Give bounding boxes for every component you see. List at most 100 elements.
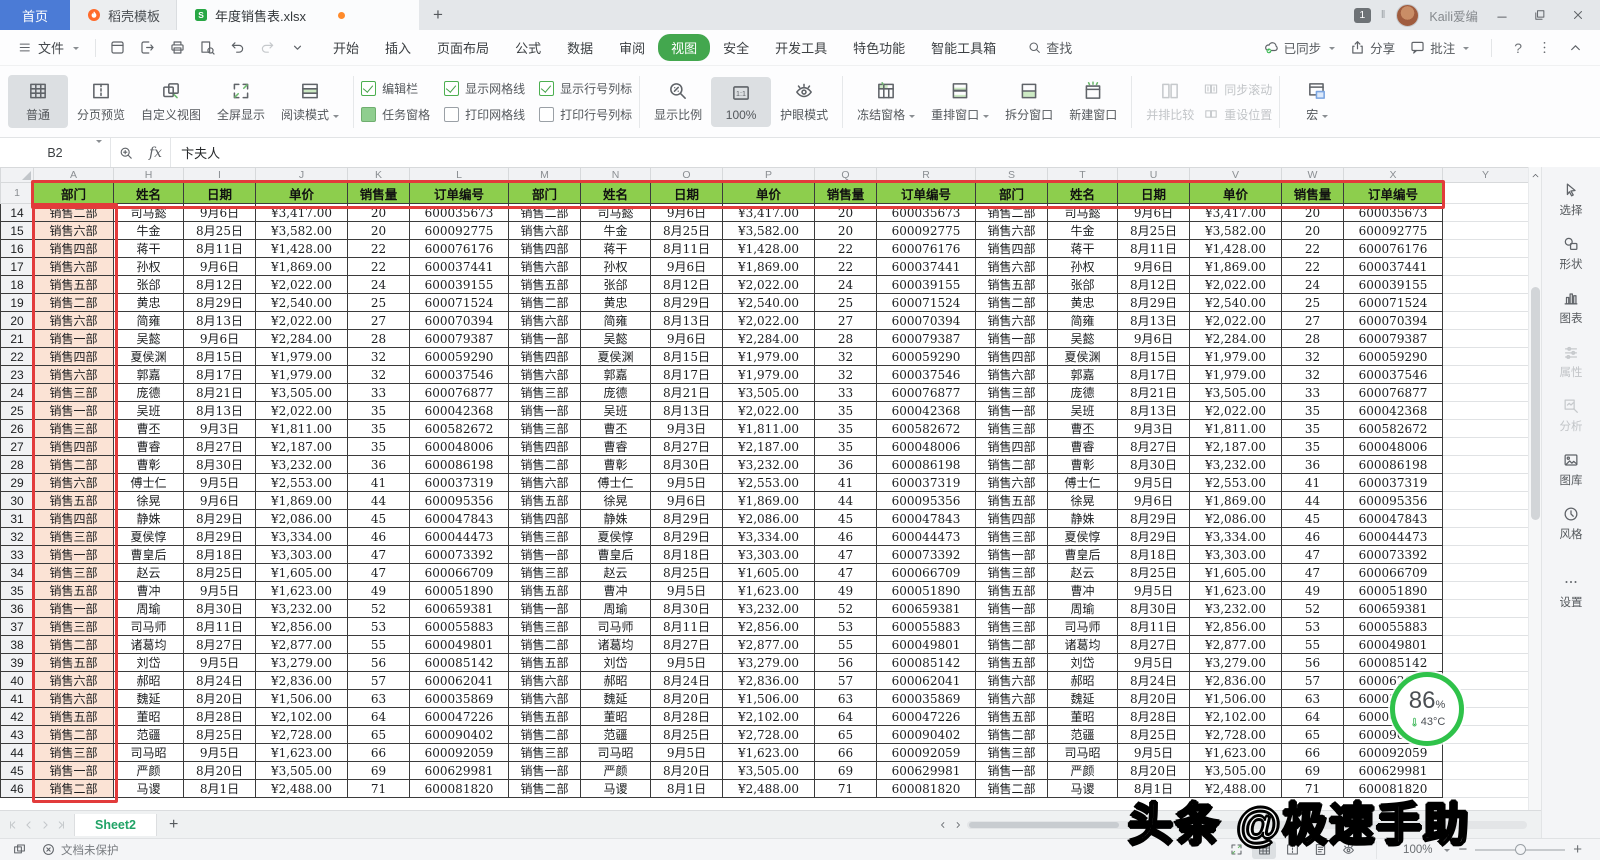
cell-price[interactable]: ¥3,505.00: [1190, 762, 1282, 780]
cell-date[interactable]: 8月29日: [184, 510, 256, 528]
cell-dept[interactable]: 销售三部: [976, 618, 1048, 636]
cell-price[interactable]: ¥2,540.00: [256, 294, 348, 312]
cell-order[interactable]: 600037546: [1344, 366, 1443, 384]
cell-empty[interactable]: [1443, 258, 1529, 276]
cell-dept[interactable]: 销售四部: [509, 348, 581, 366]
cell-price[interactable]: ¥1,623.00: [256, 582, 348, 600]
cell-date[interactable]: 9月6日: [1118, 330, 1190, 348]
comment-button[interactable]: 批注: [1409, 38, 1469, 57]
cell-order[interactable]: 600062041: [877, 672, 976, 690]
cell-order[interactable]: 600047843: [877, 510, 976, 528]
cell-qty[interactable]: 65: [1282, 726, 1344, 744]
cell-empty[interactable]: [1443, 456, 1529, 474]
cell-dept[interactable]: 销售三部: [34, 384, 114, 402]
cell-qty[interactable]: 64: [1282, 708, 1344, 726]
cell-dept[interactable]: 销售二部: [509, 204, 581, 222]
cell-dept[interactable]: 销售一部: [976, 546, 1048, 564]
cell-dept[interactable]: 销售三部: [34, 420, 114, 438]
cell-order[interactable]: 600039155: [1344, 276, 1443, 294]
header-cell[interactable]: 销售量: [348, 183, 410, 204]
name-box[interactable]: B2: [0, 138, 111, 167]
header-cell[interactable]: 销售量: [815, 183, 877, 204]
cell-date[interactable]: 8月15日: [651, 348, 723, 366]
user-avatar[interactable]: [1396, 4, 1419, 27]
cell-order[interactable]: 600076877: [1344, 384, 1443, 402]
cell-empty[interactable]: [1443, 438, 1529, 456]
cell-empty[interactable]: [1443, 582, 1529, 600]
cell-order[interactable]: 600055883: [1344, 618, 1443, 636]
cell-qty[interactable]: 33: [815, 384, 877, 402]
cell-order[interactable]: 600035673: [1344, 204, 1443, 222]
cell-date[interactable]: 8月1日: [1118, 780, 1190, 798]
cell-qty[interactable]: 57: [348, 672, 410, 690]
cell-dept[interactable]: 销售二部: [509, 456, 581, 474]
cell-dept[interactable]: 销售一部: [509, 762, 581, 780]
statusbar-view-page-break[interactable]: [1280, 841, 1304, 859]
cell-date[interactable]: 8月20日: [184, 690, 256, 708]
cell-order[interactable]: 600092059: [410, 744, 509, 762]
cell-name[interactable]: 黄忠: [1048, 294, 1118, 312]
cell-name[interactable]: 夏侯惇: [114, 528, 184, 546]
cell-price[interactable]: ¥1,979.00: [1190, 366, 1282, 384]
column-header-X[interactable]: X: [1344, 168, 1443, 183]
cell-empty[interactable]: [1443, 240, 1529, 258]
cell-name[interactable]: 董昭: [581, 708, 651, 726]
cell-qty[interactable]: 56: [1282, 654, 1344, 672]
cell-order[interactable]: 600047843: [410, 510, 509, 528]
last-sheet-icon[interactable]: [54, 818, 68, 832]
cell-dept[interactable]: 销售二部: [976, 456, 1048, 474]
find-button[interactable]: 查找: [1027, 38, 1072, 57]
cell-name[interactable]: 司马师: [581, 618, 651, 636]
cell-date[interactable]: 8月12日: [651, 276, 723, 294]
cell-name[interactable]: 夏侯渊: [581, 348, 651, 366]
cell-qty[interactable]: 22: [815, 240, 877, 258]
cell-name[interactable]: 司马昭: [1048, 744, 1118, 762]
row-header[interactable]: 29: [1, 474, 34, 492]
cell-dept[interactable]: 销售三部: [976, 744, 1048, 762]
cell-empty[interactable]: [1443, 204, 1529, 222]
cell-price[interactable]: ¥3,505.00: [256, 762, 348, 780]
cell-qty[interactable]: 22: [348, 240, 410, 258]
cell-dept[interactable]: 销售三部: [34, 744, 114, 762]
cell-dept[interactable]: 销售四部: [976, 348, 1048, 366]
cell-qty[interactable]: 32: [1282, 348, 1344, 366]
cell-qty[interactable]: 44: [815, 492, 877, 510]
cell-date[interactable]: 8月18日: [1118, 546, 1190, 564]
cell-price[interactable]: ¥2,877.00: [723, 636, 815, 654]
cell-name[interactable]: 孙权: [581, 258, 651, 276]
cell-price[interactable]: ¥1,869.00: [723, 492, 815, 510]
cell-price[interactable]: ¥3,417.00: [256, 204, 348, 222]
cell-order[interactable]: 600582672: [1344, 420, 1443, 438]
cell-name[interactable]: 牛金: [1048, 222, 1118, 240]
cell-name[interactable]: 刘岱: [114, 654, 184, 672]
header-cell[interactable]: 日期: [651, 183, 723, 204]
cell-date[interactable]: 8月27日: [651, 438, 723, 456]
cell-empty[interactable]: [1443, 312, 1529, 330]
column-header-L[interactable]: L: [410, 168, 509, 183]
cell-dept[interactable]: 销售一部: [34, 402, 114, 420]
cell-name[interactable]: 曹丕: [581, 420, 651, 438]
row-header[interactable]: 16: [1, 240, 34, 258]
cell-name[interactable]: 庞德: [114, 384, 184, 402]
cell-qty[interactable]: 41: [815, 474, 877, 492]
cell-qty[interactable]: 32: [815, 348, 877, 366]
cell-price[interactable]: ¥2,728.00: [1190, 726, 1282, 744]
cell-name[interactable]: 曹冲: [581, 582, 651, 600]
cell-date[interactable]: 9月5日: [651, 654, 723, 672]
cell-qty[interactable]: 35: [1282, 420, 1344, 438]
cell-date[interactable]: 8月11日: [651, 240, 723, 258]
cell-name[interactable]: 董昭: [114, 708, 184, 726]
cell-dept[interactable]: 销售二部: [34, 780, 114, 798]
cell-empty[interactable]: [1443, 636, 1529, 654]
cell-order[interactable]: 600042368: [877, 402, 976, 420]
cell-qty[interactable]: 35: [348, 438, 410, 456]
ribbon-button-普通[interactable]: 普通: [8, 75, 68, 128]
cell-name[interactable]: 司马师: [114, 618, 184, 636]
cell-price[interactable]: ¥2,836.00: [256, 672, 348, 690]
cell-order[interactable]: 600092775: [877, 222, 976, 240]
cell-dept[interactable]: 销售一部: [976, 600, 1048, 618]
cell-qty[interactable]: 27: [815, 312, 877, 330]
cell-order[interactable]: 600039155: [877, 276, 976, 294]
cell-price[interactable]: ¥1,811.00: [723, 420, 815, 438]
cell-date[interactable]: 8月27日: [1118, 636, 1190, 654]
